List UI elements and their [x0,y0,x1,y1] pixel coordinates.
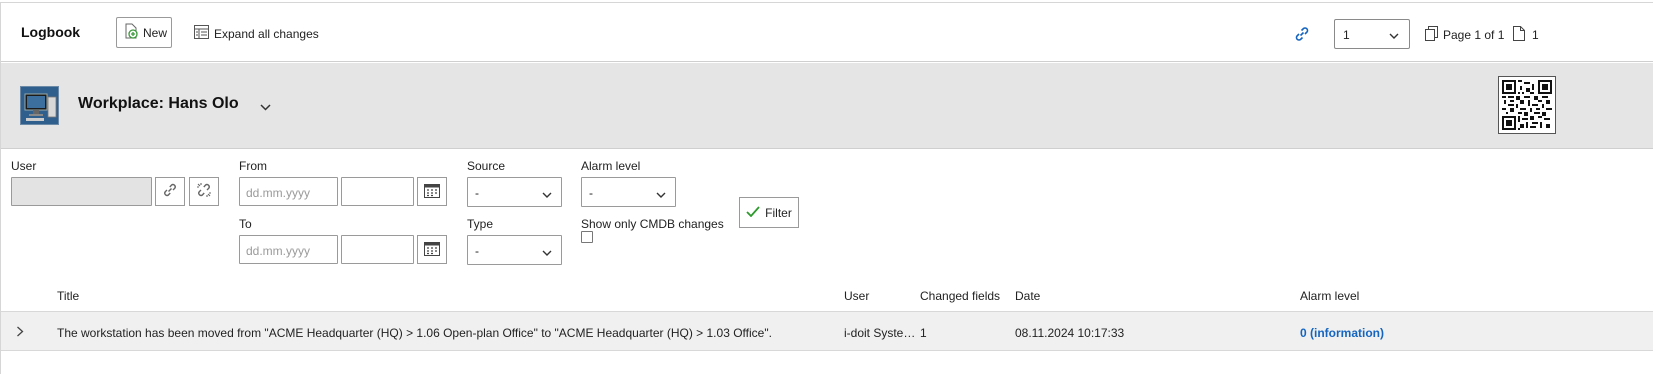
source-label: Source [467,159,506,173]
to-date-placeholder: dd.mm.yyyy [246,244,311,258]
column-header-date[interactable]: Date [1015,289,1040,303]
table-row[interactable]: The workstation has been moved from "ACM… [1,312,1653,351]
chevron-down-icon [542,188,552,202]
calendar-icon [424,183,440,201]
checkmark-icon [746,205,760,220]
link-icon[interactable] [1293,25,1311,46]
chevron-down-icon [656,188,666,202]
from-date-placeholder: dd.mm.yyyy [246,186,311,200]
column-header-title[interactable]: Title [57,289,79,303]
user-detach-button[interactable] [189,177,219,206]
chevron-right-icon[interactable] [16,326,24,340]
object-menu-chevron-icon[interactable] [260,100,271,114]
alarm-level-select-value: - [589,186,593,200]
cmdb-only-label: Show only CMDB changes [581,217,724,231]
expand-all-changes-label: Expand all changes [214,26,319,41]
new-button[interactable]: New [116,17,172,48]
to-calendar-button[interactable] [417,235,447,264]
page-info: Page 1 of 1 [1425,26,1504,44]
list-icon [194,25,209,42]
expand-all-changes-button[interactable]: Expand all changes [194,25,319,42]
page-select-value: 1 [1343,28,1350,42]
add-icon [124,23,138,42]
chevron-down-icon [542,246,552,260]
filter-button-label: Filter [765,205,792,220]
from-calendar-button[interactable] [417,177,447,206]
type-select[interactable]: - [467,235,562,265]
row-alarm-level[interactable]: 0 (information) [1300,326,1384,340]
from-label: From [239,159,267,173]
unlink-icon [196,182,212,201]
object-title: Workplace: Hans Olo [78,95,239,112]
page-title: Logbook [21,24,81,40]
from-time-input[interactable] [341,177,414,206]
source-select[interactable]: - [467,177,562,207]
type-select-value: - [475,244,479,258]
filter-button[interactable]: Filter [739,197,799,228]
from-date-input[interactable]: dd.mm.yyyy [239,177,338,206]
alarm-level-select[interactable]: - [581,177,676,207]
link-icon [162,182,178,201]
to-time-input[interactable] [341,235,414,264]
to-date-input[interactable]: dd.mm.yyyy [239,235,338,264]
source-select-value: - [475,186,479,200]
alarm-level-label: Alarm level [581,159,641,173]
toolbar: Logbook New Expand all changes 1 Page 1 … [1,3,1653,62]
logbook-page: Logbook New Expand all changes 1 Page 1 … [0,2,1653,374]
cmdb-only-checkbox[interactable] [581,231,593,243]
column-header-alarm-level[interactable]: Alarm level [1300,289,1359,303]
chevron-down-icon [1389,29,1399,43]
column-header-user[interactable]: User [844,289,869,303]
type-label: Type [467,217,494,231]
to-label: To [239,217,252,231]
user-field[interactable] [11,177,152,206]
page-select[interactable]: 1 [1334,19,1410,49]
object-header: Workplace: Hans Olo [1,63,1653,149]
page-count: 1 [1513,26,1539,44]
column-header-changed-fields[interactable]: Changed fields [920,289,1000,303]
page-count-text: 1 [1532,28,1539,42]
qr-code[interactable] [1498,76,1556,134]
new-button-label: New [143,25,168,40]
user-attach-button[interactable] [155,177,185,206]
page-info-text: Page 1 of 1 [1443,28,1505,42]
row-user: i-doit Syste… [844,326,916,340]
row-date: 08.11.2024 10:17:33 [1015,326,1125,340]
page-icon [1513,26,1525,44]
pages-icon [1425,26,1439,44]
user-label: User [11,159,37,173]
row-changed-fields: 1 [920,326,927,340]
workstation-image [20,86,59,125]
row-title: The workstation has been moved from "ACM… [57,326,772,340]
calendar-icon [424,241,440,259]
